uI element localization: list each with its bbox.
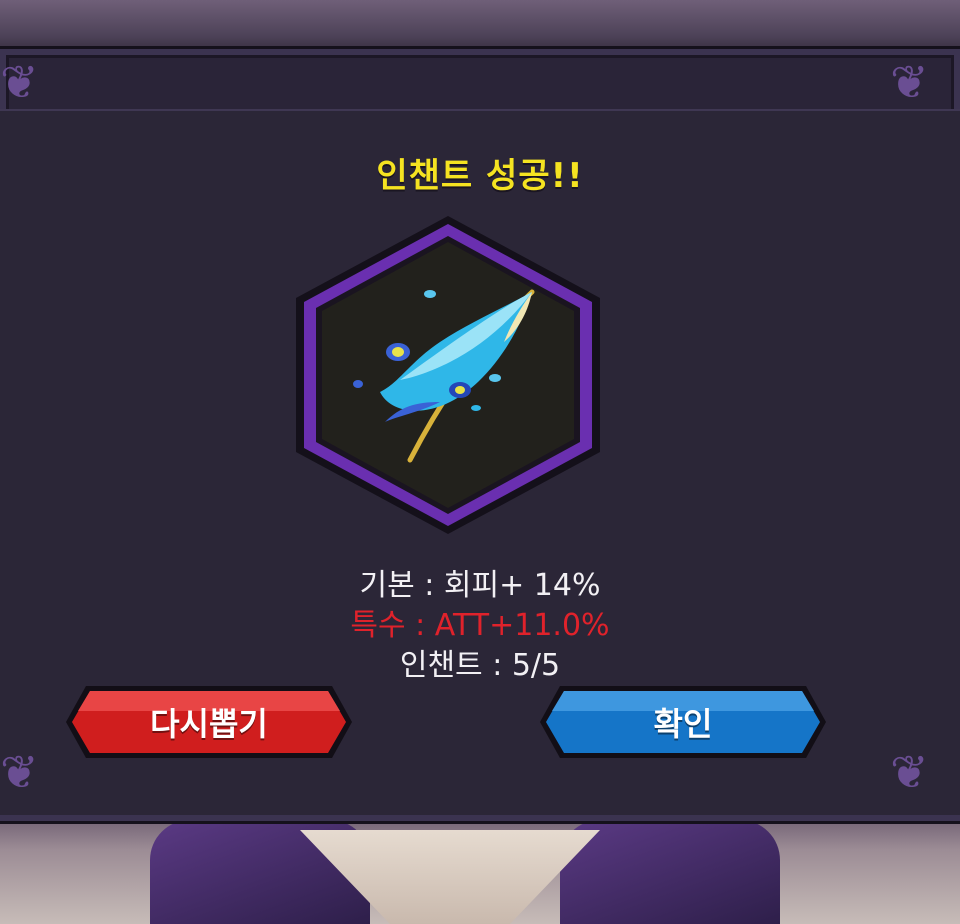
hexagon-frame — [296, 216, 600, 534]
confirm-button[interactable]: 확인 — [538, 684, 828, 760]
ornament-bottom-right: ❦ — [890, 745, 929, 799]
stat-enchant-level: 인챈트 : 5/5 — [399, 648, 561, 683]
item-slot — [290, 212, 606, 538]
stat-special: 특수 : ATT+11.0% — [350, 608, 610, 643]
redraw-button[interactable]: 다시뽑기 — [64, 684, 354, 760]
ornament-bottom-left: ❦ — [0, 745, 39, 799]
stat-basic: 기본 : 회피+ 14% — [359, 568, 601, 603]
dialog-title: 인챈트 성공!! — [376, 156, 584, 196]
confirm-button-label: 확인 — [653, 705, 713, 743]
redraw-button-label: 다시뽑기 — [150, 705, 268, 743]
ornament-top-left: ❦ — [0, 55, 39, 109]
ornament-top-right: ❦ — [890, 55, 929, 109]
